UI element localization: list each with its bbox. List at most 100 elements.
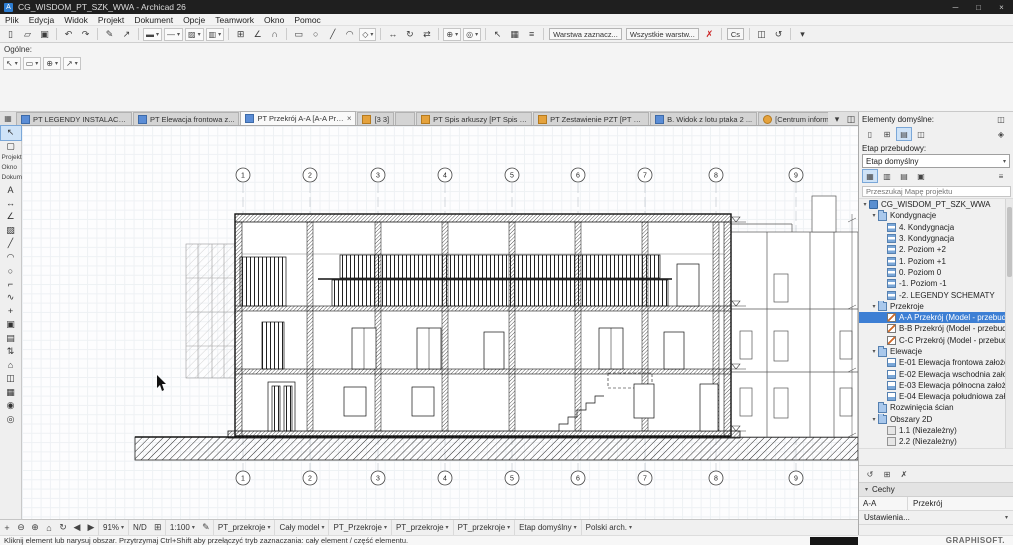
more-shapes-combo[interactable]: ◇▾ <box>359 28 376 41</box>
orbit-icon[interactable]: ↻ <box>56 522 70 533</box>
toolbox-section-label[interactable]: Dokume <box>0 173 22 183</box>
publisher-icon[interactable]: ▣ <box>913 169 929 183</box>
open-file-icon[interactable]: ▱ <box>20 27 35 41</box>
line-icon[interactable]: ╱ <box>325 27 340 41</box>
partial-structure-combo[interactable]: Cały model ▾ <box>274 520 328 535</box>
tree-item[interactable]: A-A Przekrój (Model - przebudowanie au <box>859 312 1013 323</box>
renovation-stage-select[interactable]: Etap domyślny ▾ <box>862 154 1010 168</box>
undo-icon[interactable]: ↶ <box>61 27 76 41</box>
chevron-icon[interactable]: ▾ <box>870 348 878 355</box>
previous-view-icon[interactable]: ◀ <box>70 522 84 533</box>
tree-scrollbar[interactable] <box>1005 199 1013 448</box>
dimension-standard-combo[interactable]: Polski arch. ▾ <box>581 520 636 535</box>
corner-window-default-icon[interactable]: ◫ <box>913 127 929 141</box>
tree-item[interactable]: ▾ CG_WISDOM_PT_SZK_WWA <box>859 199 1013 210</box>
section-tool[interactable]: ⇅ <box>1 345 21 359</box>
menu-item[interactable]: Pomoc <box>289 15 325 25</box>
guide-lines-icon[interactable]: ∠ <box>250 27 265 41</box>
figure-tool[interactable]: ▣ <box>1 318 21 332</box>
document-tab[interactable]: PT Spis arkuszy [PT Spis ar... × <box>416 112 532 125</box>
arc-tool[interactable]: ◠ <box>1 251 21 265</box>
new-file-icon[interactable]: ▯ <box>3 27 18 41</box>
document-tab[interactable]: × <box>395 112 415 125</box>
select-arrow-tool[interactable]: ↖ <box>1 126 21 140</box>
refresh-icon[interactable]: ↺ <box>771 27 786 41</box>
menu-item[interactable]: Projekt <box>93 15 129 25</box>
composite-combo[interactable]: ▥▾ <box>206 28 225 41</box>
maximize-button[interactable]: □ <box>967 0 990 14</box>
tree-item[interactable]: E-01 Elewacja frontowa założenia (Model <box>859 357 1013 368</box>
spline-tool[interactable]: ∿ <box>1 291 21 305</box>
angle-dimension-tool[interactable]: ∠ <box>1 210 21 224</box>
document-tab[interactable]: PT Zestawienie PZT [PT Ze... × <box>533 112 649 125</box>
document-tab[interactable]: B. Widok z lotu ptaka 2 ... × <box>650 112 757 125</box>
transfer-settings-combo[interactable]: ↗ ▾ <box>63 57 81 70</box>
zoom-percent-combo[interactable]: 91% ▾ <box>98 520 128 535</box>
zoom-in-icon[interactable]: ⊕ <box>28 522 42 533</box>
project-map-icon[interactable]: ▦ <box>862 169 878 183</box>
fill-tool[interactable]: ▨ <box>1 224 21 238</box>
tree-item[interactable]: C-C Przekrój (Model - przebudowanie aut <box>859 335 1013 346</box>
delete-icon[interactable]: ✗ <box>896 467 912 481</box>
project-map-search-input[interactable] <box>862 186 1011 197</box>
rotate-icon[interactable]: ↻ <box>402 27 417 41</box>
next-view-icon[interactable]: ▶ <box>84 522 98 533</box>
circle-tool[interactable]: ○ <box>1 264 21 278</box>
tree-item[interactable]: ▾ Obszary 2D <box>859 414 1013 425</box>
section-drawing[interactable]: 123456789 123456789 <box>22 126 858 519</box>
tree-item[interactable]: 4. Kondygnacja <box>859 222 1013 233</box>
chevron-icon[interactable]: ▾ <box>870 416 878 423</box>
add-favorite-combo[interactable]: ⊕ ▾ <box>43 57 61 70</box>
pen-set-icon[interactable]: ✎ <box>199 522 213 533</box>
tree-item[interactable]: ▾ Kondygnacje <box>859 210 1013 221</box>
fit-in-window-icon[interactable]: ⌂ <box>42 523 56 533</box>
marquee-tool[interactable]: ▢ <box>1 140 21 154</box>
document-tab[interactable]: [Centrum informacyjne] × <box>758 112 828 125</box>
filter-icon[interactable]: ⊞ <box>879 467 895 481</box>
save-icon[interactable]: ▣ <box>37 27 52 41</box>
tree-item[interactable]: 2.2 (Niezależny) <box>859 436 1013 447</box>
tree-item[interactable]: E-03 Elewacja północna założenia (Mode <box>859 380 1013 391</box>
grid-snap-icon[interactable]: ⊞ <box>233 27 248 41</box>
pen-tool-icon[interactable]: ✎ <box>102 27 117 41</box>
quick-views-combo[interactable]: PT_Przekroje ▾ <box>328 520 390 535</box>
zoom-options-combo[interactable]: ⊕▾ <box>443 28 461 41</box>
mirror-icon[interactable]: ⇄ <box>419 27 434 41</box>
tree-item[interactable]: 2. Poziom +2 <box>859 244 1013 255</box>
quick-layers-combo[interactable]: PT_przekroje ▾ <box>213 520 275 535</box>
minimize-button[interactable]: ─ <box>944 0 967 14</box>
worksheet-tool[interactable]: ▦ <box>1 386 21 400</box>
pen-color-combo[interactable]: ▬▾ <box>143 28 162 41</box>
chevron-icon[interactable]: ▾ <box>870 303 878 310</box>
tree-item[interactable]: 0. Poziom 0 <box>859 267 1013 278</box>
menu-item[interactable]: Plik <box>0 15 24 25</box>
trace-reference-icon[interactable]: ⊞ <box>151 522 165 533</box>
tree-item[interactable]: -2. LEGENDY SCHEMATY <box>859 289 1013 300</box>
tree-item[interactable]: E-04 Elewacja południowa założenia (Mo <box>859 391 1013 402</box>
menu-item[interactable]: Opcje <box>178 15 210 25</box>
toolbox-section-label[interactable]: Okno <box>0 163 22 173</box>
menu-item[interactable]: Widok <box>59 15 93 25</box>
all-layers-button[interactable]: Wszystkie warstw... <box>626 28 699 40</box>
scale-combo[interactable]: 1:100 ▾ <box>165 520 199 535</box>
arrow-mode-icon[interactable]: ↖ <box>490 27 505 41</box>
redo-icon[interactable]: ↷ <box>78 27 93 41</box>
document-tab[interactable]: PT Przekrój A-A [A-A Przekr... × <box>240 111 356 125</box>
drawing-canvas[interactable]: 123456789 123456789 <box>22 126 858 519</box>
tree-item[interactable]: Rozwinięcia ścian <box>859 402 1013 413</box>
line-tool[interactable]: ╱ <box>1 237 21 251</box>
tree-item[interactable]: ▾ Elewacje <box>859 346 1013 357</box>
refresh-icon[interactable]: ↺ <box>862 467 878 481</box>
document-tab[interactable]: PT Elewacja frontowa z... × <box>133 112 239 125</box>
gravity-icon[interactable]: ∩ <box>267 27 282 41</box>
pick-up-parameters-icon[interactable]: ↗ <box>119 27 134 41</box>
document-tab[interactable]: PT LEGENDY INSTALACJI W... × <box>16 112 132 125</box>
settings-button[interactable]: Ustawienia... ▾ <box>859 511 1013 525</box>
menu-item[interactable]: Edycja <box>24 15 60 25</box>
tab-overflow-icon[interactable]: ▾ <box>831 112 843 126</box>
view-map-icon[interactable]: ▥ <box>879 169 895 183</box>
menu-item[interactable]: Okno <box>259 15 289 25</box>
favorites-icon[interactable]: ◈ <box>993 127 1009 141</box>
select-layer-button[interactable]: Warstwa zaznacz... <box>549 28 622 40</box>
close-button[interactable]: × <box>990 0 1013 14</box>
